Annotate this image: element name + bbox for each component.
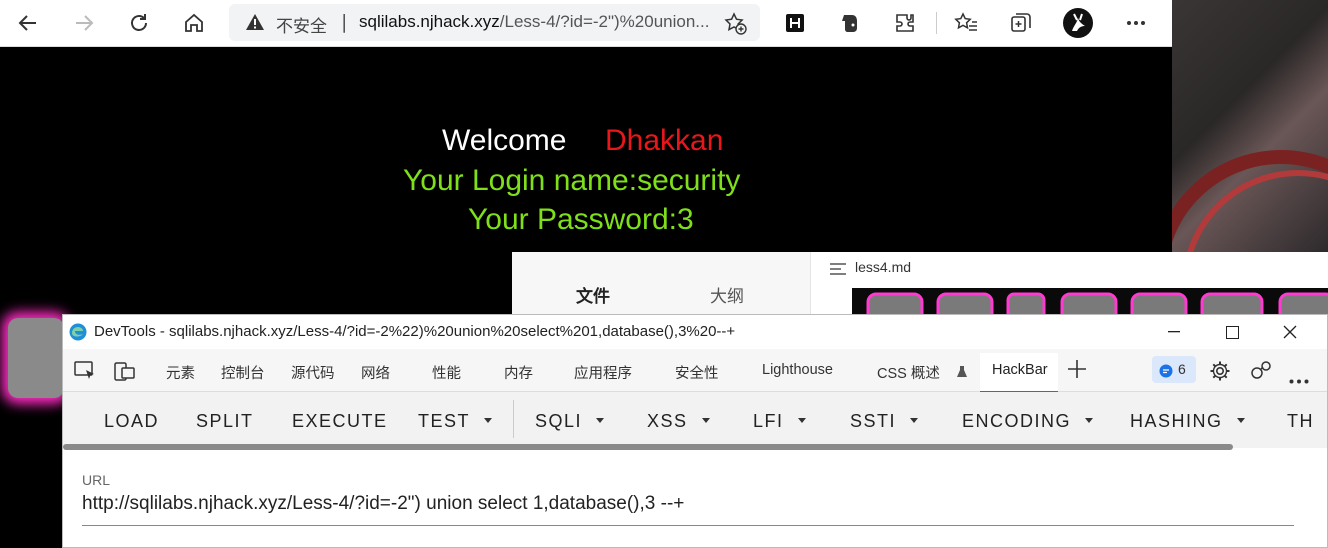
devtools-titlebar: DevTools - sqlilabs.njhack.xyz/Less-4/?i… [63,315,1327,349]
sqli-dropdown[interactable]: SQLI [535,411,605,432]
url-field-underline [82,525,1294,526]
password-line: Your Password:3 [468,203,694,236]
test-label: TEST [418,411,471,431]
chevron-down-icon [596,417,605,423]
chevron-down-icon [484,417,493,423]
sqli-label: SQLI [535,411,583,431]
url-field[interactable]: http://sqlilabs.njhack.xyz/Less-4/?id=-2… [82,493,684,515]
toolbar-divider [936,12,937,34]
collections-icon[interactable] [1005,7,1037,39]
ssti-dropdown[interactable]: SSTI [850,411,919,432]
xss-label: XSS [647,411,688,431]
devtools-title: DevTools - sqlilabs.njhack.xyz/Less-4/?i… [94,323,736,340]
test-dropdown[interactable]: TEST [418,411,493,432]
browser-toolbar: 不安全 | sqlilabs.njhack.xyz/Less-4/?id=-2"… [0,0,1172,47]
chevron-down-icon [797,417,806,423]
close-icon[interactable] [1261,315,1319,349]
tab-memory[interactable]: 内存 [504,362,533,383]
warning-icon[interactable] [245,12,265,36]
chevron-down-icon [1236,417,1245,423]
devtools-window: DevTools - sqlilabs.njhack.xyz/Less-4/?i… [62,314,1328,548]
tab-hackbar[interactable]: HackBar [980,353,1058,393]
maximize-icon[interactable] [1203,315,1261,349]
ssti-label: SSTI [850,411,897,431]
tab-hackbar-label: HackBar [992,362,1048,378]
favorites-icon[interactable] [950,7,982,39]
devtools-tabbar: 元素 控制台 源代码 网络 性能 内存 应用程序 安全性 Lighthouse … [63,349,1327,393]
tab-performance[interactable]: 性能 [432,362,461,383]
profile-icon[interactable] [1062,7,1094,39]
tab-css-overview[interactable]: CSS 概述 [877,362,940,383]
hashing-dropdown[interactable]: HASHING [1130,411,1245,432]
customize-icon[interactable] [1249,360,1273,386]
hackbar-toolbar: LOAD SPLIT EXECUTE TEST SQLI XSS LFI SST… [63,392,1327,448]
home-icon[interactable] [178,7,210,39]
editor-filename: less4.md [855,259,912,275]
forward-icon[interactable] [68,7,100,39]
toolbar-divider [513,400,514,438]
chevron-down-icon [910,417,919,423]
favorite-add-icon[interactable] [723,11,747,39]
hashing-label: HASHING [1130,411,1223,431]
welcome-text: Welcome [442,124,567,157]
device-emulation-icon[interactable] [114,360,136,386]
edge-icon [69,323,87,345]
encoding-label: ENCODING [962,411,1072,431]
tab-elements[interactable]: 元素 [166,362,195,383]
split-button[interactable]: SPLIT [196,411,254,432]
xss-dropdown[interactable]: XSS [647,411,710,432]
reload-icon[interactable] [123,7,155,39]
chevron-down-icon [1085,417,1094,423]
truncated-menu[interactable]: TH [1287,411,1314,432]
separator: | [341,11,348,33]
tab-network[interactable]: 网络 [361,362,390,383]
back-icon[interactable] [12,7,44,39]
inspect-element-icon[interactable] [74,361,96,385]
tab-application[interactable]: 应用程序 [574,362,632,383]
chevron-down-icon [701,417,710,423]
address-bar[interactable]: 不安全 | sqlilabs.njhack.xyz/Less-4/?id=-2"… [229,4,760,41]
user-name: Dhakkan [605,124,724,157]
issues-badge[interactable]: 6 [1152,356,1196,383]
menu-lines-icon [830,261,846,280]
extension-h-icon[interactable] [779,7,811,39]
desktop-wallpaper [1172,0,1328,252]
tab-lighthouse[interactable]: Lighthouse [762,362,833,378]
login-name-line: Your Login name:security [403,164,741,197]
horizontal-scrollbar[interactable] [63,444,1233,450]
sqli-logo-fragment [8,318,64,398]
minimize-icon[interactable] [1145,315,1203,349]
tab-outline[interactable]: 大纲 [710,282,744,307]
extensions-icon[interactable] [889,7,921,39]
url-field-label: URL [82,472,111,488]
lfi-dropdown[interactable]: LFI [753,411,806,432]
url-host: sqlilabs.njhack.xyz [359,12,500,31]
message-icon [1159,363,1173,382]
more-tools-icon[interactable] [1289,369,1309,388]
tab-files[interactable]: 文件 [576,282,610,307]
more-icon[interactable] [1120,7,1152,39]
lfi-label: LFI [753,411,784,431]
issues-count: 6 [1178,361,1186,377]
encoding-dropdown[interactable]: ENCODING [962,411,1094,432]
url-path: /Less-4/?id=-2")%20union... [499,12,710,31]
execute-button[interactable]: EXECUTE [292,411,388,432]
evernote-icon[interactable] [834,7,866,39]
tab-sources[interactable]: 源代码 [291,362,335,383]
flask-icon [957,363,967,382]
tab-console[interactable]: 控制台 [221,362,265,383]
tab-security[interactable]: 安全性 [675,362,719,383]
url-text[interactable]: sqlilabs.njhack.xyz/Less-4/?id=-2")%20un… [359,12,714,32]
security-label: 不安全 [276,17,327,37]
load-button[interactable]: LOAD [104,411,159,432]
add-tab-icon[interactable] [1068,360,1086,382]
settings-gear-icon[interactable] [1209,360,1231,386]
